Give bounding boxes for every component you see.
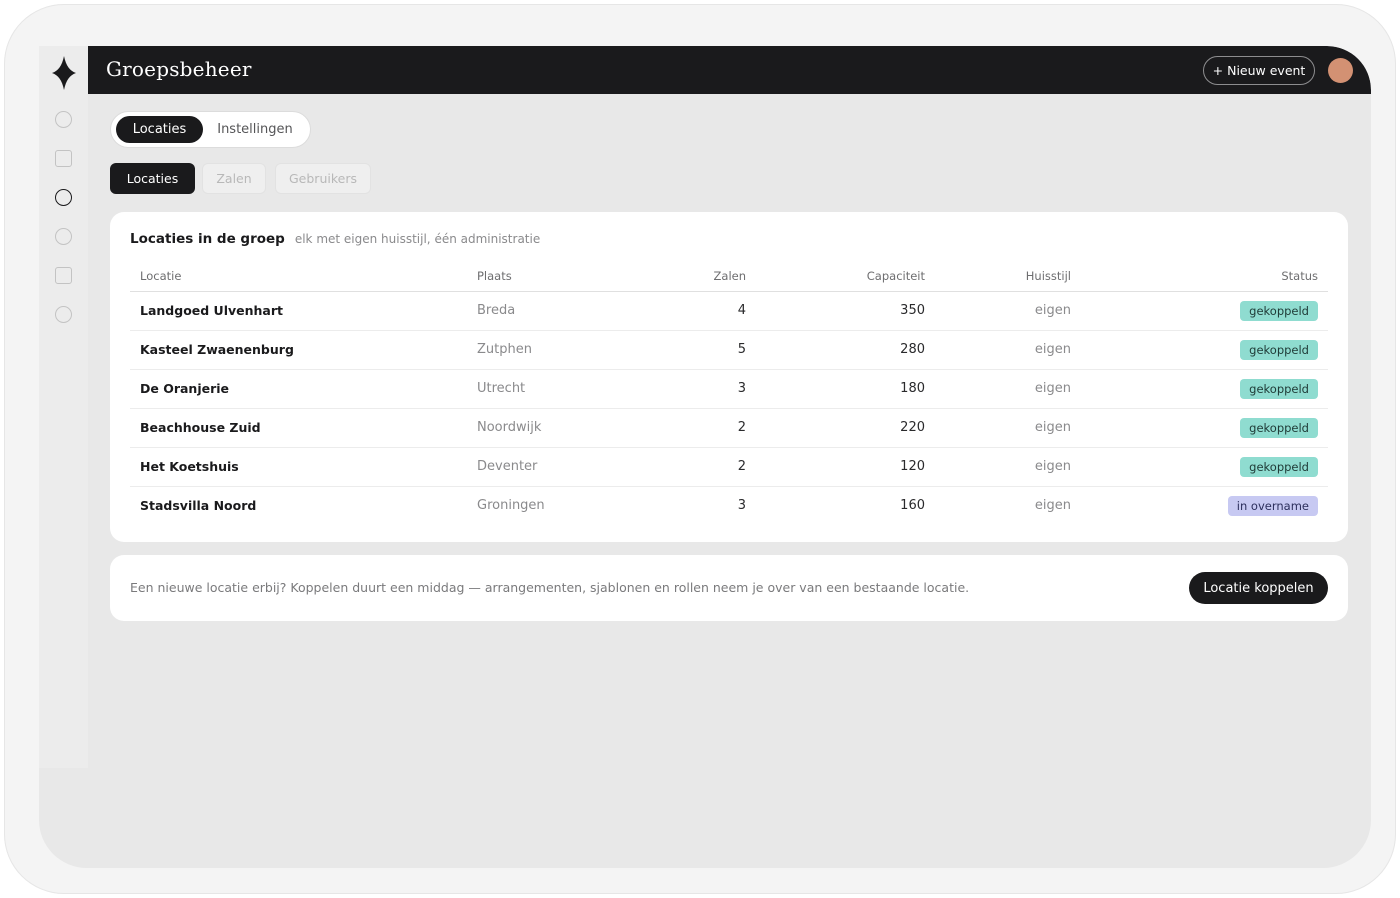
nav-circle-icon[interactable] bbox=[55, 111, 72, 128]
location-style: eigen bbox=[935, 408, 1081, 448]
table-header-row: Locatie Plaats Zalen Capaciteit Huisstij… bbox=[130, 262, 1328, 292]
table-row[interactable]: Landgoed Ulvenhart Breda 4 350 eigen gek… bbox=[130, 291, 1328, 331]
nav-circle-icon[interactable] bbox=[55, 228, 72, 245]
location-style: eigen bbox=[935, 369, 1081, 409]
column-header-status[interactable]: Status bbox=[1081, 262, 1328, 292]
location-rooms: 5 bbox=[627, 330, 756, 370]
location-capacity: 120 bbox=[756, 447, 935, 487]
segment-locaties[interactable]: Locaties bbox=[116, 116, 203, 143]
link-location-message: Een nieuwe locatie erbij? Koppelen duurt… bbox=[130, 580, 970, 595]
location-name[interactable]: Kasteel Zwaenenburg bbox=[130, 330, 467, 370]
location-place: Deventer bbox=[467, 447, 627, 487]
location-name[interactable]: Het Koetshuis bbox=[130, 447, 467, 487]
column-header-plaats[interactable]: Plaats bbox=[467, 262, 627, 292]
table-row[interactable]: Stadsvilla Noord Groningen 3 160 eigen i… bbox=[130, 486, 1328, 525]
segmented-control: Locaties Instellingen bbox=[110, 111, 311, 148]
device-frame: Groepsbeheer + Nieuw event Locaties Inst… bbox=[4, 4, 1396, 894]
column-header-huisstijl[interactable]: Huisstijl bbox=[935, 262, 1081, 292]
link-location-card: Een nieuwe locatie erbij? Koppelen duurt… bbox=[110, 555, 1348, 621]
location-style: eigen bbox=[1034, 498, 1071, 514]
location-rooms: 3 bbox=[627, 369, 756, 409]
location-place: Groningen bbox=[477, 498, 545, 514]
segment-instellingen[interactable]: Instellingen bbox=[209, 116, 301, 143]
top-bar: Groepsbeheer + Nieuw event bbox=[88, 46, 1371, 94]
nav-square-icon[interactable] bbox=[55, 267, 72, 284]
location-place: Noordwijk bbox=[467, 408, 627, 448]
avatar[interactable] bbox=[1328, 58, 1353, 83]
location-rooms: 2 bbox=[627, 447, 756, 487]
location-rooms: 2 bbox=[627, 408, 756, 448]
location-capacity: 220 bbox=[756, 408, 935, 448]
tab-gebruikers[interactable]: Gebruikers bbox=[275, 163, 371, 194]
status-badge: in overname bbox=[1227, 495, 1318, 516]
status-badge: gekoppeld bbox=[1240, 339, 1318, 360]
column-header-zalen[interactable]: Zalen bbox=[627, 262, 756, 292]
sidebar-rail bbox=[39, 46, 88, 768]
nav-circle-icon[interactable] bbox=[55, 306, 72, 323]
location-place: Zutphen bbox=[467, 330, 627, 370]
app-screen: Groepsbeheer + Nieuw event Locaties Inst… bbox=[39, 46, 1371, 868]
location-rooms: 4 bbox=[627, 291, 756, 331]
table-row[interactable]: Het Koetshuis Deventer 2 120 eigen gekop… bbox=[130, 447, 1328, 487]
location-capacity: 350 bbox=[756, 291, 935, 331]
location-rooms: 3 bbox=[737, 498, 746, 514]
table-row[interactable]: De Oranjerie Utrecht 3 180 eigen gekoppe… bbox=[130, 369, 1328, 409]
locations-card: Locaties in de groep elk met eigen huiss… bbox=[110, 212, 1348, 542]
location-place: Utrecht bbox=[467, 369, 627, 409]
logo-icon[interactable] bbox=[52, 56, 76, 90]
card-header: Locaties in de groep elk met eigen huiss… bbox=[130, 231, 540, 247]
tab-zalen[interactable]: Zalen bbox=[202, 163, 266, 194]
location-style: eigen bbox=[935, 330, 1081, 370]
column-header-locatie[interactable]: Locatie bbox=[130, 262, 467, 292]
location-capacity: 280 bbox=[756, 330, 935, 370]
location-name[interactable]: Landgoed Ulvenhart bbox=[130, 291, 467, 331]
card-title: Locaties in de groep bbox=[130, 231, 285, 247]
app-title: Groepsbeheer bbox=[106, 57, 252, 81]
table-row[interactable]: Kasteel Zwaenenburg Zutphen 5 280 eigen … bbox=[130, 330, 1328, 370]
location-capacity: 160 bbox=[900, 498, 925, 514]
location-name[interactable]: Stadsvilla Noord bbox=[130, 486, 467, 525]
status-badge: gekoppeld bbox=[1240, 417, 1318, 438]
new-event-button[interactable]: + Nieuw event bbox=[1203, 56, 1315, 85]
tab-locaties[interactable]: Locaties bbox=[110, 163, 195, 194]
column-header-capaciteit[interactable]: Capaciteit bbox=[756, 262, 935, 292]
location-name[interactable]: Beachhouse Zuid bbox=[130, 408, 467, 448]
location-style: eigen bbox=[935, 291, 1081, 331]
status-badge: gekoppeld bbox=[1240, 300, 1318, 321]
nav-circle-icon-active[interactable] bbox=[55, 189, 72, 206]
status-badge: gekoppeld bbox=[1240, 456, 1318, 477]
nav-square-icon[interactable] bbox=[55, 150, 72, 167]
location-name[interactable]: De Oranjerie bbox=[130, 369, 467, 409]
location-style: eigen bbox=[935, 447, 1081, 487]
link-location-button[interactable]: Locatie koppelen bbox=[1189, 572, 1328, 604]
locations-table: Locatie Plaats Zalen Capaciteit Huisstij… bbox=[130, 262, 1328, 525]
table-row[interactable]: Beachhouse Zuid Noordwijk 2 220 eigen ge… bbox=[130, 408, 1328, 448]
location-capacity: 180 bbox=[756, 369, 935, 409]
status-badge: gekoppeld bbox=[1240, 378, 1318, 399]
card-subtitle: elk met eigen huisstijl, één administrat… bbox=[294, 232, 541, 246]
location-place: Breda bbox=[467, 291, 627, 331]
